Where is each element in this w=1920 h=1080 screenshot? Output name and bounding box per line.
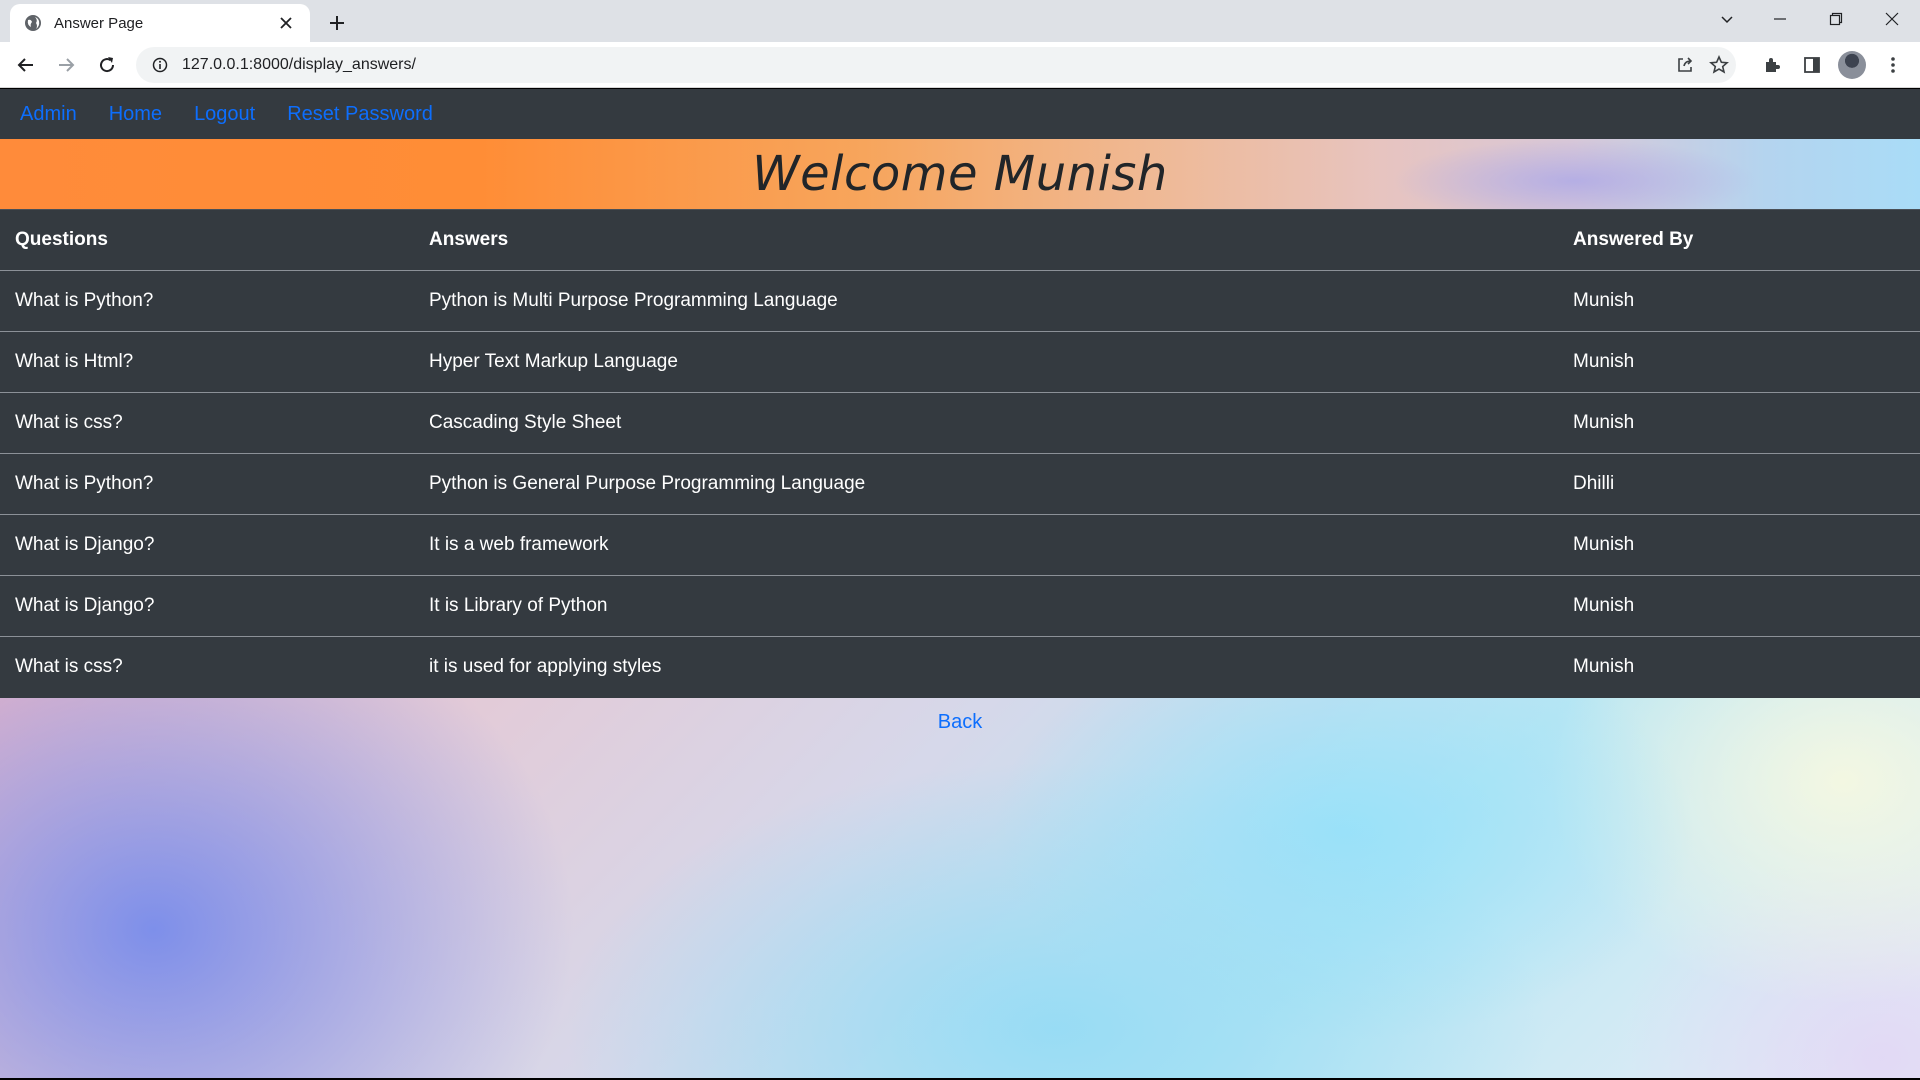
puzzle-icon[interactable]	[1756, 49, 1788, 81]
reload-icon[interactable]	[91, 49, 123, 81]
table-header-row: Questions Answers Answered By	[0, 209, 1920, 271]
cell-question: What is Django?	[0, 514, 414, 576]
window-close-icon[interactable]	[1864, 0, 1920, 38]
cell-question: What is Python?	[0, 453, 414, 515]
arrow-right-icon[interactable]	[50, 49, 82, 81]
cell-answered-by: Munish	[1558, 575, 1920, 637]
page-viewport: Admin Home Logout Reset Password Welcome…	[0, 89, 1920, 1078]
nav-link-admin[interactable]: Admin	[4, 103, 93, 126]
window-controls	[1702, 0, 1920, 38]
page-title: Welcome Munish	[752, 146, 1168, 202]
tab-title: Answer Page	[54, 14, 144, 32]
cell-answer: Cascading Style Sheet	[414, 392, 1558, 454]
close-icon[interactable]	[276, 13, 296, 33]
table-row: What is Django? It is Library of Python …	[0, 575, 1920, 637]
cell-question: What is css?	[0, 636, 414, 698]
table-row: What is css? it is used for applying sty…	[0, 636, 1920, 698]
cell-answered-by: Munish	[1558, 636, 1920, 698]
table-row: What is Python? Python is Multi Purpose …	[0, 270, 1920, 332]
cell-question: What is Python?	[0, 270, 414, 332]
nav-link-home[interactable]: Home	[93, 103, 178, 126]
kebab-menu-icon[interactable]	[1877, 49, 1909, 81]
cell-answered-by: Munish	[1558, 331, 1920, 393]
browser-tab[interactable]: Answer Page	[10, 4, 310, 42]
table-row: What is css? Cascading Style Sheet Munis…	[0, 392, 1920, 454]
address-bar[interactable]: 127.0.0.1:8000/display_answers/	[136, 47, 1736, 83]
column-header-questions: Questions	[0, 209, 414, 271]
star-icon[interactable]	[1702, 48, 1736, 82]
browser-toolbar: 127.0.0.1:8000/display_answers/	[0, 42, 1920, 88]
cell-answer: Python is Multi Purpose Programming Lang…	[414, 270, 1558, 332]
plus-icon[interactable]	[322, 8, 352, 38]
welcome-banner: Welcome Munish	[0, 139, 1920, 209]
avatar[interactable]	[1838, 51, 1866, 79]
column-header-answered-by: Answered By	[1558, 209, 1920, 271]
globe-icon	[24, 14, 42, 32]
cell-question: What is Django?	[0, 575, 414, 637]
nav-link-logout[interactable]: Logout	[178, 103, 271, 126]
cell-question: What is css?	[0, 392, 414, 454]
tab-search-chevron-down-icon[interactable]	[1702, 0, 1752, 38]
table-row: What is Html? Hyper Text Markup Language…	[0, 331, 1920, 393]
back-link[interactable]: Back	[938, 711, 982, 733]
cell-answer: Python is General Purpose Programming La…	[414, 453, 1558, 515]
answers-table: Questions Answers Answered By What is Py…	[0, 209, 1920, 698]
cell-answered-by: Munish	[1558, 270, 1920, 332]
cell-answer: Hyper Text Markup Language	[414, 331, 1558, 393]
tab-strip: Answer Page	[0, 0, 1920, 42]
cell-answer: it is used for applying styles	[414, 636, 1558, 698]
cell-question: What is Html?	[0, 331, 414, 393]
navbar: Admin Home Logout Reset Password	[0, 89, 1920, 139]
cell-answered-by: Munish	[1558, 514, 1920, 576]
cell-answered-by: Dhilli	[1558, 453, 1920, 515]
cell-answer: It is a web framework	[414, 514, 1558, 576]
table-row: What is Python? Python is General Purpos…	[0, 453, 1920, 515]
share-icon[interactable]	[1668, 48, 1702, 82]
nav-link-reset-password[interactable]: Reset Password	[271, 103, 449, 126]
info-icon[interactable]	[150, 55, 170, 75]
column-header-answers: Answers	[414, 209, 1558, 271]
cell-answer: It is Library of Python	[414, 575, 1558, 637]
back-link-container: Back	[0, 711, 1920, 734]
arrow-left-icon[interactable]	[10, 49, 42, 81]
side-panel-icon[interactable]	[1796, 49, 1828, 81]
cell-answered-by: Munish	[1558, 392, 1920, 454]
url-text[interactable]: 127.0.0.1:8000/display_answers/	[182, 56, 1668, 74]
table-row: What is Django? It is a web framework Mu…	[0, 514, 1920, 576]
minimize-icon[interactable]	[1752, 0, 1808, 38]
restore-icon[interactable]	[1808, 0, 1864, 38]
